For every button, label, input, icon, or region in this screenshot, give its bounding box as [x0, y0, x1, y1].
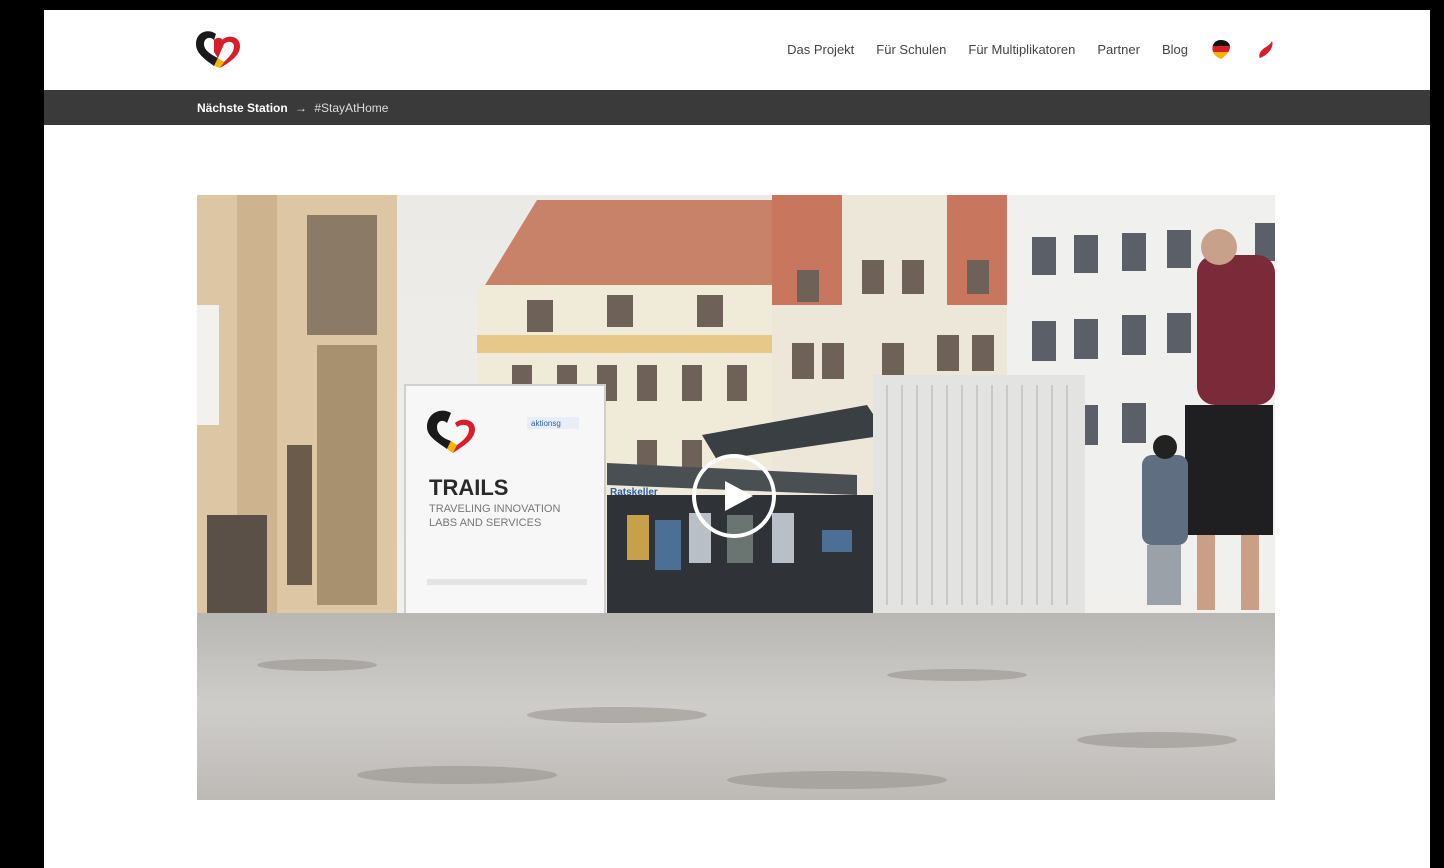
ticker-arrow: →	[295, 101, 308, 115]
main-nav: Das Projekt Für Schulen Für Multiplikato…	[787, 38, 1276, 60]
ticker-label: Nächste Station	[197, 101, 288, 115]
ticker-tag[interactable]: #StayAtHome	[314, 101, 388, 115]
page: Das Projekt Für Schulen Für Multiplikato…	[44, 10, 1430, 868]
nav-fuer-schulen[interactable]: Für Schulen	[876, 42, 946, 57]
nav-blog[interactable]: Blog	[1162, 42, 1188, 57]
polish-flag-icon[interactable]	[1254, 38, 1276, 60]
sign-title: TRAILS	[429, 475, 508, 500]
sign-line1: TRAVELING INNOVATION	[429, 503, 560, 515]
trails-heart-logo-icon[interactable]	[194, 28, 244, 70]
site-header: Das Projekt Für Schulen Für Multiplikato…	[44, 10, 1430, 90]
hero-video[interactable]: aktionsg TRAILS TRAVELING INNOVATION LAB…	[197, 195, 1275, 800]
play-circle-icon[interactable]	[691, 453, 777, 539]
shop-sign: Ratskeller	[610, 487, 658, 498]
sign-partner: aktionsg	[531, 419, 561, 428]
german-flag-icon[interactable]	[1210, 38, 1232, 60]
nav-partner[interactable]: Partner	[1097, 42, 1140, 57]
nav-das-projekt[interactable]: Das Projekt	[787, 42, 854, 57]
nav-fuer-multiplikatoren[interactable]: Für Multiplikatoren	[968, 42, 1075, 57]
sign-line2: LABS AND SERVICES	[429, 517, 541, 529]
next-station-bar: Nächste Station → #StayAtHome	[44, 90, 1430, 125]
